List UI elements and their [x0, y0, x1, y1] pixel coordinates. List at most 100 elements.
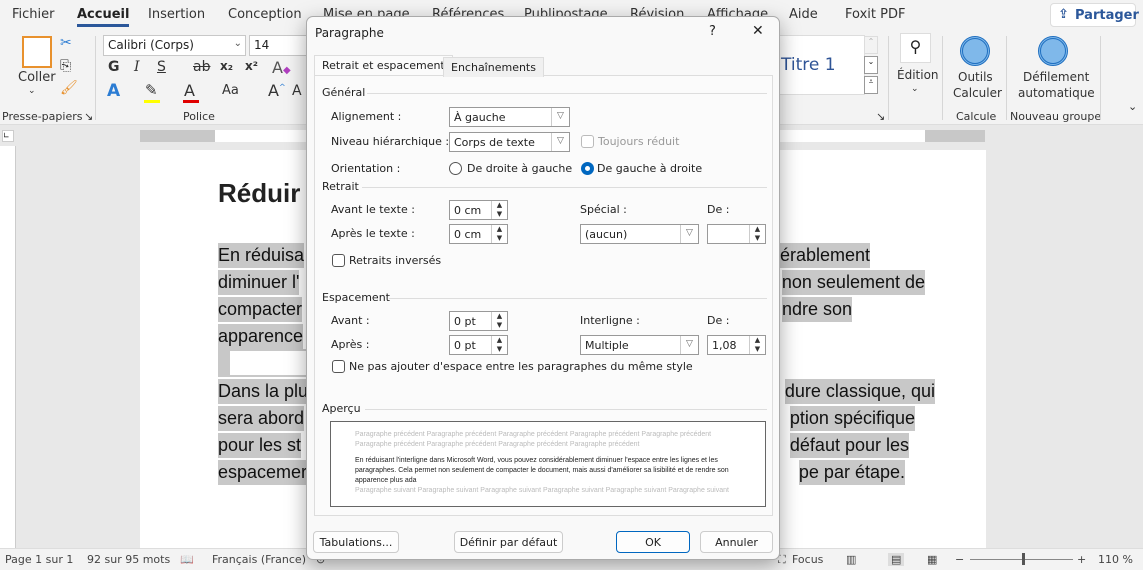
- document-title[interactable]: Réduir: [218, 178, 300, 209]
- ltr-radio[interactable]: [581, 162, 594, 175]
- tab-indent-spacing[interactable]: Retrait et espacement: [314, 55, 453, 75]
- gallery-down-icon[interactable]: ⌄: [864, 56, 878, 74]
- spinner-arrows-icon[interactable]: ▲ ▼: [491, 201, 507, 219]
- paste-chevron-icon[interactable]: ⌄: [28, 86, 36, 96]
- tab-foxit-pdf[interactable]: Foxit PDF: [845, 7, 905, 22]
- zoom-out-button[interactable]: −: [955, 553, 964, 566]
- proofing-icon[interactable]: 📖: [180, 553, 194, 566]
- doc-line[interactable]: apparence: [218, 324, 304, 349]
- dialog-launcher-icon[interactable]: ↘: [84, 110, 93, 123]
- alignment-select[interactable]: À gauche ▽: [449, 107, 570, 127]
- tab-selector-icon[interactable]: ∟: [2, 130, 14, 142]
- close-button[interactable]: ✕: [752, 23, 764, 39]
- zoom-slider-thumb[interactable]: [1022, 553, 1025, 565]
- subscript-button[interactable]: x₂: [220, 59, 233, 73]
- doc-line[interactable]: érablement: [779, 243, 870, 268]
- page-count[interactable]: Page 1 sur 1: [5, 553, 73, 566]
- superscript-button[interactable]: x²: [245, 59, 258, 73]
- text-effects-icon[interactable]: A: [107, 81, 120, 101]
- spinner-arrows-icon[interactable]: ▲ ▼: [749, 336, 765, 354]
- shrink-font-icon[interactable]: A: [292, 83, 302, 99]
- styles-launcher-icon[interactable]: ↘: [876, 110, 885, 123]
- style-titre-1[interactable]: Titre 1: [781, 55, 836, 75]
- indent-after-spinner[interactable]: 0 cm ▲ ▼: [449, 224, 508, 244]
- gallery-more-icon[interactable]: ⩡: [864, 76, 878, 94]
- zoom-in-button[interactable]: +: [1077, 553, 1086, 566]
- search-icon[interactable]: ⚲: [900, 33, 931, 63]
- share-button[interactable]: ⇪ Partager: [1050, 3, 1139, 27]
- doc-line[interactable]: compacter: [218, 297, 303, 322]
- calc-label-1[interactable]: Outils: [958, 70, 993, 84]
- spinner-arrows-icon[interactable]: ▲ ▼: [491, 225, 507, 243]
- clear-formatting-icon[interactable]: A◆: [272, 58, 291, 77]
- scroll-label-1[interactable]: Défilement: [1023, 70, 1089, 84]
- language[interactable]: Français (France): [212, 553, 306, 566]
- tab-accueil[interactable]: Accueil: [77, 7, 130, 27]
- ok-button[interactable]: OK: [616, 531, 690, 553]
- copy-icon[interactable]: ⎘: [60, 58, 71, 74]
- doc-line[interactable]: ption spécifique: [789, 406, 915, 431]
- doc-line[interactable]: défaut pour les: [789, 433, 909, 458]
- zoom-level[interactable]: 110 %: [1098, 553, 1133, 566]
- tab-line-page-breaks[interactable]: Enchaînements: [443, 57, 544, 77]
- doc-line[interactable]: pour les st: [218, 433, 302, 458]
- focus-button[interactable]: Focus: [792, 553, 823, 566]
- doc-line[interactable]: dure classique, qui: [784, 379, 935, 404]
- tab-fichier[interactable]: Fichier: [12, 7, 55, 22]
- bold-button[interactable]: G: [108, 59, 120, 75]
- auto-scroll-icon[interactable]: [1038, 36, 1068, 66]
- doc-line[interactable]: sera abord: [218, 406, 305, 431]
- cut-icon[interactable]: ✂: [60, 35, 72, 51]
- paste-icon[interactable]: [22, 36, 52, 68]
- line-spacing-select[interactable]: Multiple ▽: [580, 335, 699, 355]
- scroll-label-2[interactable]: automatique: [1018, 86, 1095, 100]
- highlight-icon[interactable]: ✎: [145, 81, 158, 99]
- cancel-button[interactable]: Annuler: [700, 531, 773, 553]
- styles-gallery[interactable]: Titre 1: [770, 35, 865, 95]
- vertical-ruler[interactable]: [0, 146, 16, 548]
- help-button[interactable]: ?: [709, 24, 716, 39]
- indent-by-spinner[interactable]: ▲ ▼: [707, 224, 766, 244]
- indent-before-spinner[interactable]: 0 cm ▲ ▼: [449, 200, 508, 220]
- spinner-arrows-icon[interactable]: ▲ ▼: [491, 336, 507, 354]
- paste-button[interactable]: Coller: [18, 70, 56, 85]
- read-mode-icon[interactable]: ▥: [846, 553, 856, 566]
- tabs-button[interactable]: Tabulations...: [313, 531, 399, 553]
- tab-conception[interactable]: Conception: [228, 7, 302, 22]
- doc-line[interactable]: ndre son: [781, 297, 852, 322]
- web-layout-icon[interactable]: ▦: [927, 553, 937, 566]
- doc-line[interactable]: diminuer l': [218, 270, 300, 295]
- doc-line[interactable]: Dans la plu: [218, 379, 309, 404]
- tab-aide[interactable]: Aide: [789, 7, 818, 22]
- rtl-radio[interactable]: [449, 162, 462, 175]
- font-name-combo[interactable]: Calibri (Corps) ⌄: [103, 35, 246, 56]
- change-case-button[interactable]: Aa: [222, 83, 239, 98]
- tab-insertion[interactable]: Insertion: [148, 7, 205, 22]
- underline-button[interactable]: S: [157, 59, 166, 75]
- no-space-checkbox[interactable]: [332, 360, 345, 373]
- outline-level-select[interactable]: Corps de texte ▽: [449, 132, 570, 152]
- doc-line[interactable]: pe par étape.: [798, 460, 905, 485]
- doc-line[interactable]: espacemer: [218, 460, 308, 485]
- spinner-arrows-icon[interactable]: ▲ ▼: [491, 312, 507, 330]
- line-spacing-at-spinner[interactable]: 1,08 ▲ ▼: [707, 335, 766, 355]
- mirror-indents-checkbox[interactable]: [332, 254, 345, 267]
- collapsed-checkbox[interactable]: [581, 135, 594, 148]
- special-select[interactable]: (aucun) ▽: [580, 224, 699, 244]
- spacing-after-spinner[interactable]: 0 pt ▲ ▼: [449, 335, 508, 355]
- grow-font-icon[interactable]: A^: [268, 81, 286, 100]
- font-color-icon[interactable]: A: [184, 81, 195, 100]
- spacing-before-spinner[interactable]: 0 pt ▲ ▼: [449, 311, 508, 331]
- set-default-button[interactable]: Définir par défaut: [454, 531, 563, 553]
- format-painter-icon[interactable]: 🖌: [60, 80, 78, 96]
- word-count[interactable]: 92 sur 95 mots: [87, 553, 170, 566]
- spinner-arrows-icon[interactable]: ▲ ▼: [749, 225, 765, 243]
- print-layout-icon[interactable]: ▤: [888, 553, 905, 566]
- strikethrough-button[interactable]: ab: [193, 59, 210, 75]
- doc-line[interactable]: non seulement de: [781, 270, 925, 295]
- calc-label-2[interactable]: Calculer: [953, 86, 1002, 100]
- gallery-up-icon[interactable]: ⌃: [864, 36, 878, 54]
- doc-line[interactable]: En réduisa: [218, 243, 305, 268]
- font-size-combo[interactable]: 14: [249, 35, 309, 56]
- italic-button[interactable]: I: [134, 59, 140, 75]
